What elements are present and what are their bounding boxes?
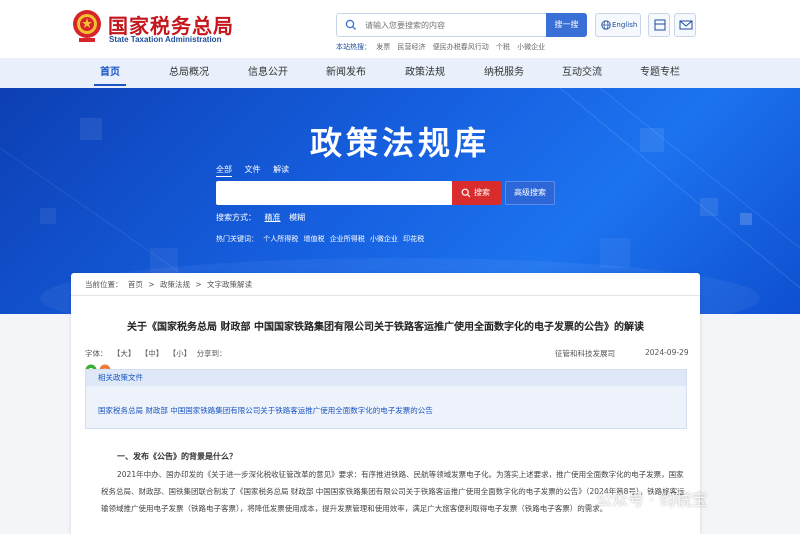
hot-search-item[interactable]: 便民办税春风行动 <box>433 43 489 51</box>
related-file-link[interactable]: 国家税务总局 财政部 中国国家铁路集团有限公司关于铁路客运推广使用全面数字化的电… <box>98 405 433 416</box>
hot-keywords-label: 热门关键词： <box>216 235 258 243</box>
hot-keyword[interactable]: 增值税 <box>303 235 324 243</box>
site-search-button[interactable]: 搜一搜 <box>546 13 587 37</box>
breadcrumb-current[interactable]: 文字政策解读 <box>207 280 252 289</box>
nav-item-home[interactable]: 首页 <box>78 58 142 88</box>
policy-search-label: 搜索 <box>474 188 490 197</box>
policy-search-button[interactable]: 搜索 <box>452 181 501 205</box>
share-label: 分享到： <box>196 349 227 358</box>
accessibility-icon <box>654 19 666 31</box>
hot-search-label: 本站热搜： <box>336 43 371 51</box>
accessibility-button[interactable] <box>648 13 670 37</box>
hot-search-bar: 本站热搜： 发票 民营经济 便民办税春风行动 个税 小微企业 <box>336 42 550 52</box>
nav-item-disclosure[interactable]: 信息公开 <box>236 58 300 88</box>
search-mode-label: 搜索方式： <box>216 213 256 222</box>
hot-keyword[interactable]: 小微企业 <box>370 235 398 243</box>
search-icon <box>345 19 357 31</box>
breadcrumb-policy[interactable]: 政策法规 <box>160 280 190 289</box>
english-label: English <box>612 21 638 29</box>
hot-search-item[interactable]: 民营经济 <box>397 43 425 51</box>
globe-icon <box>601 20 611 30</box>
article-date: 2024-09-29 <box>645 348 689 357</box>
hot-keyword[interactable]: 企业所得税 <box>330 235 365 243</box>
nav-item-overview[interactable]: 总局概况 <box>157 58 221 88</box>
hot-keyword[interactable]: 印花税 <box>403 235 424 243</box>
nav-item-service[interactable]: 纳税服务 <box>472 58 536 88</box>
nav-item-policy[interactable]: 政策法规 <box>393 58 457 88</box>
site-search-input[interactable] <box>365 16 545 34</box>
hot-keywords: 热门关键词： 个人所得税 增值税 企业所得税 小微企业 印花税 <box>216 234 427 244</box>
english-button[interactable]: English <box>595 13 641 37</box>
breadcrumb-separator: > <box>148 280 155 289</box>
breadcrumb: 当前位置： 首页 > 政策法规 > 文字政策解读 <box>85 279 255 290</box>
search-mode: 搜索方式： 精准 模糊 <box>216 212 311 223</box>
mail-icon <box>679 20 693 30</box>
font-size-label: 字体： <box>85 349 108 358</box>
search-icon <box>461 188 471 198</box>
related-files-box: 相关政策文件 国家税务总局 财政部 中国国家铁路集团有限公司关于铁路客运推广使用… <box>85 369 687 429</box>
advanced-search-button[interactable]: 高级搜索 <box>505 181 555 205</box>
scope-tab-files[interactable]: 文件 <box>245 165 261 174</box>
national-emblem-icon[interactable] <box>70 8 104 44</box>
nav-item-interaction[interactable]: 互动交流 <box>550 58 614 88</box>
site-header: 国家税务总局 State Taxation Administration 搜一搜… <box>0 0 800 58</box>
article-title: 关于《国家税务总局 财政部 中国国家铁路集团有限公司关于铁路客运推广使用全面数字… <box>127 322 644 333</box>
hot-search-item[interactable]: 小微企业 <box>517 43 545 51</box>
search-mode-fuzzy[interactable]: 模糊 <box>289 213 305 222</box>
font-size-small[interactable]: 【小】 <box>169 349 192 358</box>
hot-keyword[interactable]: 个人所得税 <box>263 235 298 243</box>
search-mode-exact[interactable]: 精准 <box>265 213 281 222</box>
policy-search-input[interactable] <box>216 181 452 205</box>
font-size-large[interactable]: 【大】 <box>113 349 136 358</box>
section-heading: 一、发布《公告》的背景是什么？ <box>117 452 237 461</box>
breadcrumb-label: 当前位置： <box>85 280 123 289</box>
banner-title: 政策法规库 <box>309 124 490 162</box>
related-files-heading: 相关政策文件 <box>86 370 686 386</box>
article-source: 征管和科技发展司 <box>555 349 615 358</box>
scope-tab-all[interactable]: 全部 <box>216 165 232 174</box>
scope-tabs: 全部 文件 解读 <box>216 164 299 175</box>
font-size-bar: 字体： 【大】 【中】 【小】 分享到： <box>85 348 230 359</box>
mail-button[interactable] <box>674 13 696 37</box>
font-size-medium[interactable]: 【中】 <box>141 349 164 358</box>
nav-item-topics[interactable]: 专题专栏 <box>628 58 692 88</box>
hot-search-item[interactable]: 个税 <box>496 43 510 51</box>
breadcrumb-separator: > <box>195 280 202 289</box>
scope-tab-interpretation[interactable]: 解读 <box>273 165 289 174</box>
hot-search-item[interactable]: 发票 <box>376 43 390 51</box>
nav-item-news[interactable]: 新闻发布 <box>314 58 378 88</box>
breadcrumb-home[interactable]: 首页 <box>128 280 143 289</box>
site-logo-subtitle: State Taxation Administration <box>109 35 222 44</box>
watermark: 公众号 · 钧税宝 <box>596 490 708 509</box>
divider <box>71 295 700 296</box>
main-nav: 首页 总局概况 信息公开 新闻发布 政策法规 纳税服务 互动交流 专题专栏 <box>0 58 800 88</box>
